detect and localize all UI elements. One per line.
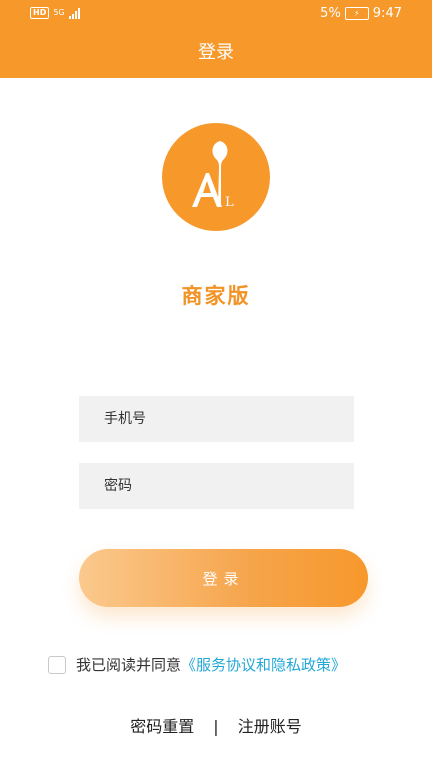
page-title: 登录: [198, 42, 234, 63]
phone-input[interactable]: [79, 396, 354, 442]
app-bar: 登录: [0, 28, 432, 78]
signal-icon: [68, 7, 80, 19]
register-link[interactable]: 注册账号: [238, 717, 302, 736]
agreement-checkbox[interactable]: [48, 655, 66, 674]
svg-text:L: L: [225, 195, 234, 210]
reset-password-link[interactable]: 密码重置: [130, 717, 194, 736]
agreement-row: 我已阅读并同意 《服务协议和隐私政策》: [48, 654, 346, 675]
agreement-link[interactable]: 《服务协议和隐私政策》: [181, 654, 346, 675]
status-right: 5% ⚡ 9:47: [320, 6, 402, 21]
battery-percent: 5%: [320, 6, 341, 21]
footer-separator: |: [213, 717, 219, 736]
app-logo: L: [162, 123, 270, 231]
network-type: 5G: [53, 8, 65, 17]
agreement-text: 我已阅读并同意: [76, 656, 182, 674]
status-bar: HD 5G 5% ⚡ 9:47: [0, 0, 432, 28]
clock: 9:47: [372, 6, 402, 21]
battery-icon: ⚡: [344, 7, 369, 20]
hd-badge: HD: [30, 7, 50, 19]
logo-mark-icon: L: [192, 141, 234, 210]
password-input[interactable]: [79, 463, 354, 509]
login-button[interactable]: 登录: [79, 549, 368, 607]
footer-links: 密码重置 | 注册账号: [0, 713, 432, 737]
edition-label: 商家版: [181, 284, 251, 308]
status-left: HD 5G: [30, 7, 80, 19]
